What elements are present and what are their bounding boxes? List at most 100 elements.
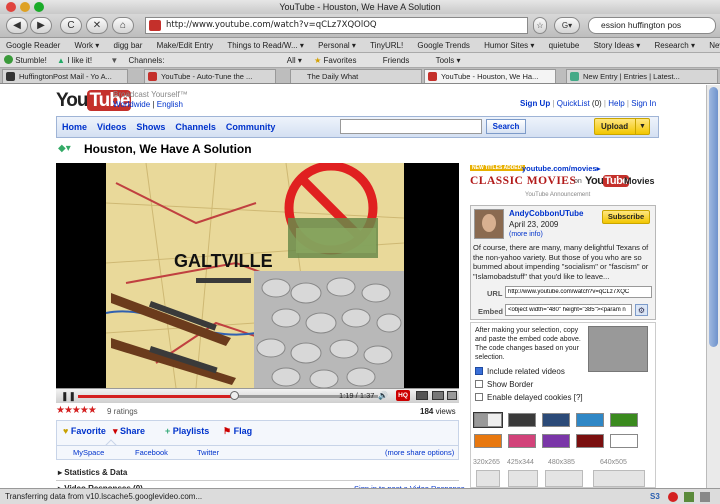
bookmark-item[interactable]: Research ▾ bbox=[655, 41, 695, 50]
size-option-320[interactable]: 320x265 bbox=[473, 459, 500, 466]
worldwide-link[interactable]: Worldwide bbox=[113, 100, 150, 109]
nav-home[interactable]: Home bbox=[57, 122, 92, 132]
color-swatch[interactable] bbox=[610, 413, 638, 427]
forward-button[interactable]: ▶ bbox=[30, 17, 52, 34]
english-link[interactable]: English bbox=[157, 100, 183, 109]
help-link[interactable]: Help bbox=[608, 99, 624, 108]
bookmark-item[interactable]: TinyURL! bbox=[370, 41, 403, 50]
close-window-icon[interactable] bbox=[6, 2, 16, 12]
thumbs-down-icon[interactable]: ▼ bbox=[110, 56, 118, 65]
bookmark-item[interactable]: Make/Edit Entry bbox=[157, 41, 213, 50]
like-button[interactable]: I like it! bbox=[67, 56, 92, 65]
fullscreen-icon[interactable] bbox=[447, 391, 457, 400]
tab-houston[interactable]: YouTube - Houston, We Ha... bbox=[424, 69, 556, 83]
scrollbar-thumb[interactable] bbox=[709, 87, 718, 347]
embed-field[interactable] bbox=[505, 304, 632, 316]
bookmark-star-icon[interactable]: ☆ bbox=[533, 17, 547, 34]
color-swatch[interactable] bbox=[508, 413, 536, 427]
color-swatch[interactable] bbox=[508, 434, 536, 448]
show-border-checkbox[interactable]: Show Border bbox=[475, 380, 533, 389]
sign-in-link[interactable]: Sign In bbox=[631, 99, 656, 108]
ad-site-link[interactable]: youtube.com/movies▸ bbox=[522, 164, 600, 173]
size-thumb-640[interactable] bbox=[593, 470, 645, 487]
pause-icon[interactable]: ❚❚ bbox=[61, 391, 76, 402]
upload-button[interactable]: Upload ▼ bbox=[594, 118, 650, 135]
url-field[interactable] bbox=[505, 286, 652, 298]
expand-icon[interactable] bbox=[432, 391, 444, 400]
bookmark-item[interactable]: New York Times bbox=[709, 41, 720, 50]
address-bar[interactable]: http://www.youtube.com/watch?v=qCLz7XQOl… bbox=[145, 17, 528, 34]
tab-huffingtonpost-mail[interactable]: HuffingtonPost Mail - Yo A... bbox=[2, 69, 128, 83]
stumble-button[interactable]: Stumble! bbox=[15, 56, 47, 65]
search-input[interactable]: ession huffington pos bbox=[588, 17, 716, 34]
nav-channels[interactable]: Channels bbox=[170, 122, 221, 132]
channel-name-link[interactable]: AndyCobbonUTube bbox=[509, 209, 584, 218]
home-button[interactable]: ⌂ bbox=[112, 17, 134, 34]
rating-stars[interactable]: ★★★★★ bbox=[56, 405, 97, 416]
upload-dropdown-icon[interactable]: ▼ bbox=[635, 119, 649, 134]
yt-search-input[interactable] bbox=[340, 119, 482, 134]
minimize-window-icon[interactable] bbox=[20, 2, 30, 12]
favorites-button[interactable]: Favorites bbox=[324, 56, 357, 65]
size-option-640[interactable]: 640x505 bbox=[600, 459, 627, 466]
delayed-cookies-checkbox[interactable]: Enable delayed cookies [?] bbox=[475, 393, 583, 402]
share-twitter-link[interactable]: Twitter bbox=[197, 448, 219, 457]
color-swatch[interactable] bbox=[576, 434, 604, 448]
video-player[interactable]: GALTVILLE bbox=[56, 163, 459, 388]
playlists-button[interactable]: + Playlists bbox=[165, 426, 209, 436]
subscribe-button[interactable]: Subscribe bbox=[602, 210, 650, 224]
size-thumb-425[interactable] bbox=[508, 470, 538, 487]
nav-shows[interactable]: Shows bbox=[131, 122, 170, 132]
flag-button[interactable]: ⚑ Flag bbox=[223, 426, 252, 437]
bookmark-item[interactable]: Humor Sites ▾ bbox=[484, 41, 534, 50]
embed-settings-gear-icon[interactable]: ⚙ bbox=[635, 304, 648, 316]
more-info-link[interactable]: (more info) bbox=[509, 231, 543, 238]
search-engine-icon[interactable]: G▾ bbox=[554, 17, 580, 34]
color-swatch[interactable] bbox=[576, 413, 604, 427]
bookmark-item[interactable]: Personal ▾ bbox=[318, 41, 356, 50]
bookmark-item[interactable]: digg bar bbox=[114, 41, 143, 50]
volume-icon[interactable]: 🔊 bbox=[378, 391, 388, 400]
video-category-icon[interactable]: ◆▾ bbox=[58, 143, 71, 154]
nav-videos[interactable]: Videos bbox=[92, 122, 131, 132]
friends-button[interactable]: Friends bbox=[383, 56, 410, 65]
share-myspace-link[interactable]: MySpace bbox=[73, 448, 104, 457]
hq-button[interactable]: HQ bbox=[396, 390, 410, 401]
status-addon-icon[interactable] bbox=[700, 492, 710, 502]
tools-button[interactable]: Tools ▾ bbox=[436, 56, 461, 65]
size-thumb-320[interactable] bbox=[476, 470, 500, 487]
quicklist-link[interactable]: QuickList bbox=[557, 99, 590, 108]
size-option-480[interactable]: 480x385 bbox=[548, 459, 575, 466]
share-facebook-link[interactable]: Facebook bbox=[135, 448, 168, 457]
include-related-checkbox[interactable]: Include related videos bbox=[475, 367, 565, 376]
back-button[interactable]: ◀ bbox=[6, 17, 28, 34]
sign-up-link[interactable]: Sign Up bbox=[520, 99, 550, 108]
stop-button[interactable]: ✕ bbox=[86, 17, 108, 34]
bookmark-item[interactable]: Things to Read/W... ▾ bbox=[227, 41, 304, 50]
popout-icon[interactable] bbox=[416, 391, 428, 400]
zoom-window-icon[interactable] bbox=[34, 2, 44, 12]
share-button[interactable]: ▾ Share bbox=[113, 426, 145, 437]
size-option-425[interactable]: 425x344 bbox=[507, 459, 534, 466]
vertical-scrollbar[interactable] bbox=[706, 85, 720, 488]
color-swatch[interactable] bbox=[542, 413, 570, 427]
ad-banner[interactable]: NEW TITLES ADDED! youtube.com/movies▸ CL… bbox=[470, 163, 656, 201]
tab-auto-tune[interactable]: YouTube - Auto-Tune the ... bbox=[144, 69, 276, 83]
more-share-options-link[interactable]: (more share options) bbox=[385, 448, 454, 457]
yt-search-button[interactable]: Search bbox=[486, 119, 526, 134]
color-swatch[interactable] bbox=[542, 434, 570, 448]
bookmark-item[interactable]: quietube bbox=[549, 41, 580, 50]
status-addon-icon[interactable] bbox=[668, 492, 678, 502]
bookmark-item[interactable]: Work ▾ bbox=[75, 41, 100, 50]
color-swatch[interactable] bbox=[473, 412, 503, 428]
bookmark-item[interactable]: Story Ideas ▾ bbox=[594, 41, 641, 50]
bookmark-item[interactable]: Google Reader bbox=[6, 41, 60, 50]
color-swatch[interactable] bbox=[610, 434, 638, 448]
status-addon-icon[interactable] bbox=[684, 492, 694, 502]
all-dropdown[interactable]: All ▾ bbox=[287, 56, 302, 65]
bookmark-item[interactable]: Google Trends bbox=[417, 41, 469, 50]
reload-button[interactable]: C bbox=[60, 17, 82, 34]
channel-avatar[interactable] bbox=[474, 209, 504, 239]
tab-new-entry[interactable]: New Entry | Entries | Latest... bbox=[566, 69, 718, 83]
tab-daily-what[interactable]: The Daily What bbox=[290, 69, 422, 83]
